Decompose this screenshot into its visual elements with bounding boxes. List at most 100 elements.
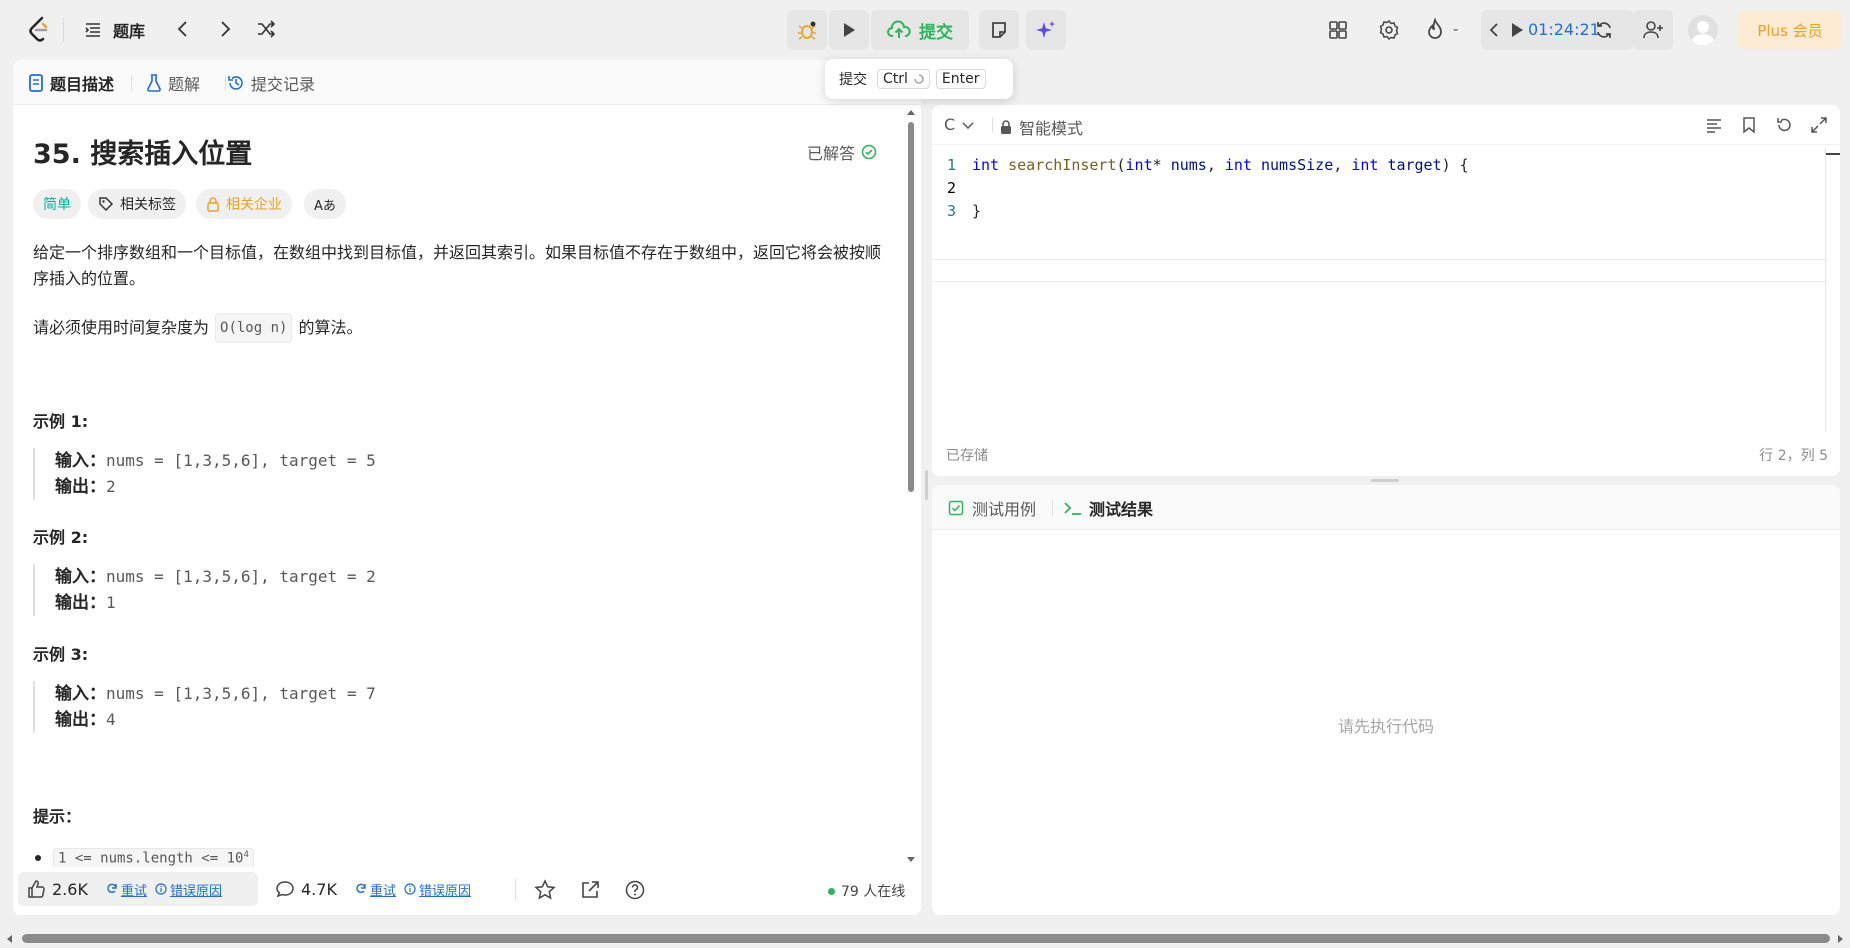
example-input-label: 输入： (55, 451, 106, 471)
debug-button[interactable] (787, 10, 827, 50)
error-reason-link[interactable]: 错误原因 (419, 880, 471, 899)
terminal-icon (1063, 500, 1083, 516)
divider (225, 75, 226, 91)
vertical-splitter-handle[interactable] (925, 470, 928, 500)
streak-counter[interactable]: - (1425, 18, 1458, 40)
solved-status-label: 已解答 (807, 144, 856, 163)
scroll-left-icon[interactable] (6, 935, 14, 943)
related-tags-label: 相关标签 (120, 197, 176, 213)
related-companies-button[interactable]: 相关企业 (196, 189, 292, 219)
tab-submissions[interactable]: 提交记录 (227, 60, 315, 105)
fullscreen-icon[interactable] (1810, 116, 1828, 134)
smart-mode-toggle[interactable]: 智能模式 (999, 115, 1083, 139)
scrollbar-thumb[interactable] (22, 934, 1830, 943)
error-reason-link[interactable]: 错误原因 (170, 880, 222, 899)
sparkle-icon (1035, 19, 1057, 41)
description-scrollbar[interactable] (906, 108, 916, 868)
scroll-down-icon[interactable] (906, 856, 916, 864)
code-line: 3} (932, 200, 1827, 223)
plus-membership-button[interactable]: Plus 会员 (1738, 11, 1842, 49)
example-input: nums = [1,3,5,6], target = 2 (106, 567, 376, 586)
constraint-code: 1 <= nums.length <= 104 (53, 848, 254, 869)
page-horizontal-scrollbar[interactable] (0, 930, 1850, 948)
translate-button[interactable]: Aあ (304, 189, 346, 219)
notes-button[interactable] (979, 10, 1019, 50)
online-users: 79 人在线 (828, 881, 905, 901)
history-icon (227, 74, 245, 92)
ai-assistant-button[interactable] (1026, 10, 1066, 50)
difficulty-badge[interactable]: 简单 (33, 189, 81, 219)
format-icon[interactable] (1705, 116, 1723, 134)
example-input-label: 输入： (55, 684, 106, 704)
comment-icon[interactable] (275, 879, 295, 899)
shuffle-icon[interactable] (255, 18, 277, 40)
tab-test-cases[interactable]: 测试用例 (948, 485, 1036, 530)
lock-icon (206, 196, 220, 212)
invite-user-button[interactable] (1633, 10, 1673, 50)
retry-link[interactable]: 重试 (370, 880, 396, 899)
solved-status: 已解答 (807, 140, 877, 164)
related-tags-button[interactable]: 相关标签 (88, 189, 186, 219)
help-icon[interactable] (624, 879, 646, 901)
line-number: 2 (946, 179, 956, 197)
timer-display: 01:24:21 (1528, 20, 1600, 39)
complexity-requirement: 请必须使用时间复杂度为 O(log n) 的算法。 (33, 313, 362, 343)
code-token: numsSize (1261, 156, 1334, 174)
tab-description-label: 题目描述 (50, 74, 115, 94)
smart-mode-label: 智能模式 (1019, 119, 1084, 138)
problem-list-button[interactable]: 题库 (83, 14, 145, 46)
scrollbar-thumb[interactable] (908, 122, 914, 492)
problem-tabs: 题目描述 题解 提交记录 (13, 60, 921, 105)
run-button[interactable] (829, 10, 869, 50)
horizontal-splitter-handle[interactable] (1371, 479, 1399, 482)
divider (63, 18, 64, 42)
example-title: 示例 3: (33, 645, 89, 664)
example-input: nums = [1,3,5,6], target = 5 (106, 451, 376, 470)
reset-timer-icon[interactable] (1594, 20, 1614, 40)
prev-problem-icon[interactable] (172, 18, 194, 40)
example-input: nums = [1,3,5,6], target = 7 (106, 684, 376, 703)
thumbs-up-icon[interactable] (26, 879, 46, 899)
timer-group: 01:24:21 (1481, 10, 1633, 50)
divider (515, 879, 516, 901)
online-count: 79 人在线 (841, 884, 906, 900)
code-token: int (1224, 156, 1252, 174)
chevron-left-icon[interactable] (1487, 21, 1503, 39)
star-icon[interactable] (534, 879, 556, 901)
tab-test-results[interactable]: 测试结果 (1063, 485, 1153, 530)
scroll-right-icon[interactable] (1836, 935, 1844, 943)
language-label: C (944, 115, 956, 134)
tab-description[interactable]: 题目描述 (28, 60, 114, 105)
constraint-exponent: 4 (243, 850, 249, 860)
language-selector[interactable]: C (944, 115, 975, 134)
submit-button[interactable]: 提交 (871, 10, 969, 50)
constraint-text: 1 <= nums.length <= 10 (58, 850, 244, 867)
code-token: int (972, 156, 1000, 174)
comment-count: 4.7K (301, 879, 337, 899)
related-companies-label: 相关企业 (226, 197, 282, 213)
layout-icon[interactable] (1328, 20, 1348, 40)
divider (992, 117, 993, 133)
settings-gear-icon[interactable] (1378, 19, 1400, 41)
scroll-up-icon[interactable] (906, 108, 916, 116)
bookmark-icon[interactable] (1740, 116, 1758, 134)
editor-toolbar: C 智能模式 (932, 105, 1840, 145)
leetcode-logo-icon[interactable] (28, 16, 50, 42)
avatar[interactable] (1688, 15, 1718, 45)
example-output-label: 输出： (55, 710, 106, 730)
code-token: , (1333, 156, 1352, 174)
divider (131, 75, 132, 91)
tab-solutions[interactable]: 题解 (146, 60, 200, 105)
next-problem-icon[interactable] (214, 18, 236, 40)
bug-icon (796, 19, 818, 41)
share-icon[interactable] (579, 879, 601, 901)
code-area[interactable]: 1 int searchInsert(int* nums, int numsSiz… (932, 154, 1827, 223)
retry-link[interactable]: 重试 (121, 880, 147, 899)
timer-play-icon[interactable] (1509, 21, 1525, 39)
divider (1052, 500, 1053, 516)
reset-code-icon[interactable] (1775, 116, 1793, 134)
cursor-position: 行 2，列 5 (1759, 448, 1828, 464)
example-output: 1 (106, 593, 116, 612)
editor-scrollbar-track[interactable] (1825, 147, 1826, 432)
submit-shortcut-tooltip: 提交 Ctrl Enter (825, 59, 1013, 99)
